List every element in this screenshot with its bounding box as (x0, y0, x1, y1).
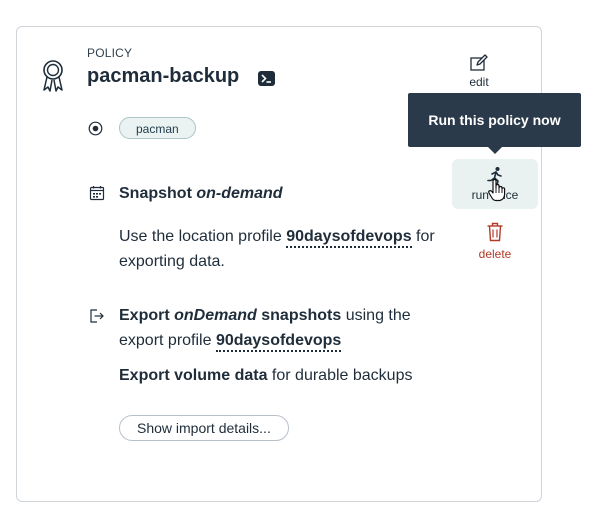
export-volume-line: Export volume data for durable backups (119, 363, 412, 388)
snapshot-lead: Snapshot (119, 185, 197, 202)
export-mode: onDemand (174, 307, 257, 324)
edit-button[interactable]: edit (455, 26, 503, 89)
snapshot-heading: Snapshot on-demand (119, 181, 283, 206)
show-import-details-button[interactable]: Show import details... (119, 415, 289, 441)
award-ribbon-icon (39, 59, 67, 93)
export-lead: Export (119, 307, 175, 324)
export-description: Export onDemand snapshots using the expo… (119, 303, 459, 353)
snapshot-mode: on-demand (196, 185, 283, 202)
snapshot-desc-prefix: Use the location profile (119, 228, 287, 245)
export-volume-rest: for durable backups (267, 367, 413, 384)
snapshot-desc-line2: exporting data. (119, 253, 225, 270)
delete-button[interactable]: delete (471, 222, 519, 261)
export-icon (89, 308, 105, 324)
edit-label: edit (469, 75, 489, 89)
edit-icon (455, 54, 503, 74)
policy-title: pacman-backup (87, 65, 240, 87)
terminal-icon[interactable] (258, 71, 275, 86)
export-profile-prefix: export profile (119, 332, 216, 349)
app-chip[interactable]: pacman (119, 117, 196, 139)
delete-label: delete (478, 247, 512, 261)
hand-cursor-icon (487, 178, 507, 207)
run-now-tooltip: Run this policy now (408, 93, 581, 147)
snapshot-desc-suffix: for (411, 228, 435, 245)
export-profile-link[interactable]: 90daysofdevops (215, 332, 342, 352)
tooltip-arrow (488, 147, 502, 154)
export-using: using the (341, 307, 411, 324)
trash-icon (471, 222, 519, 244)
target-icon (88, 121, 103, 136)
snapshot-description: Use the location profile 90daysofdevops … (119, 224, 459, 274)
policy-kicker: POLICY (87, 46, 133, 60)
location-profile-link[interactable]: 90daysofdevops (286, 228, 412, 248)
export-volume-bold: Export volume data (119, 367, 268, 384)
calendar-icon (89, 185, 105, 201)
export-lead2: snapshots (256, 307, 342, 324)
